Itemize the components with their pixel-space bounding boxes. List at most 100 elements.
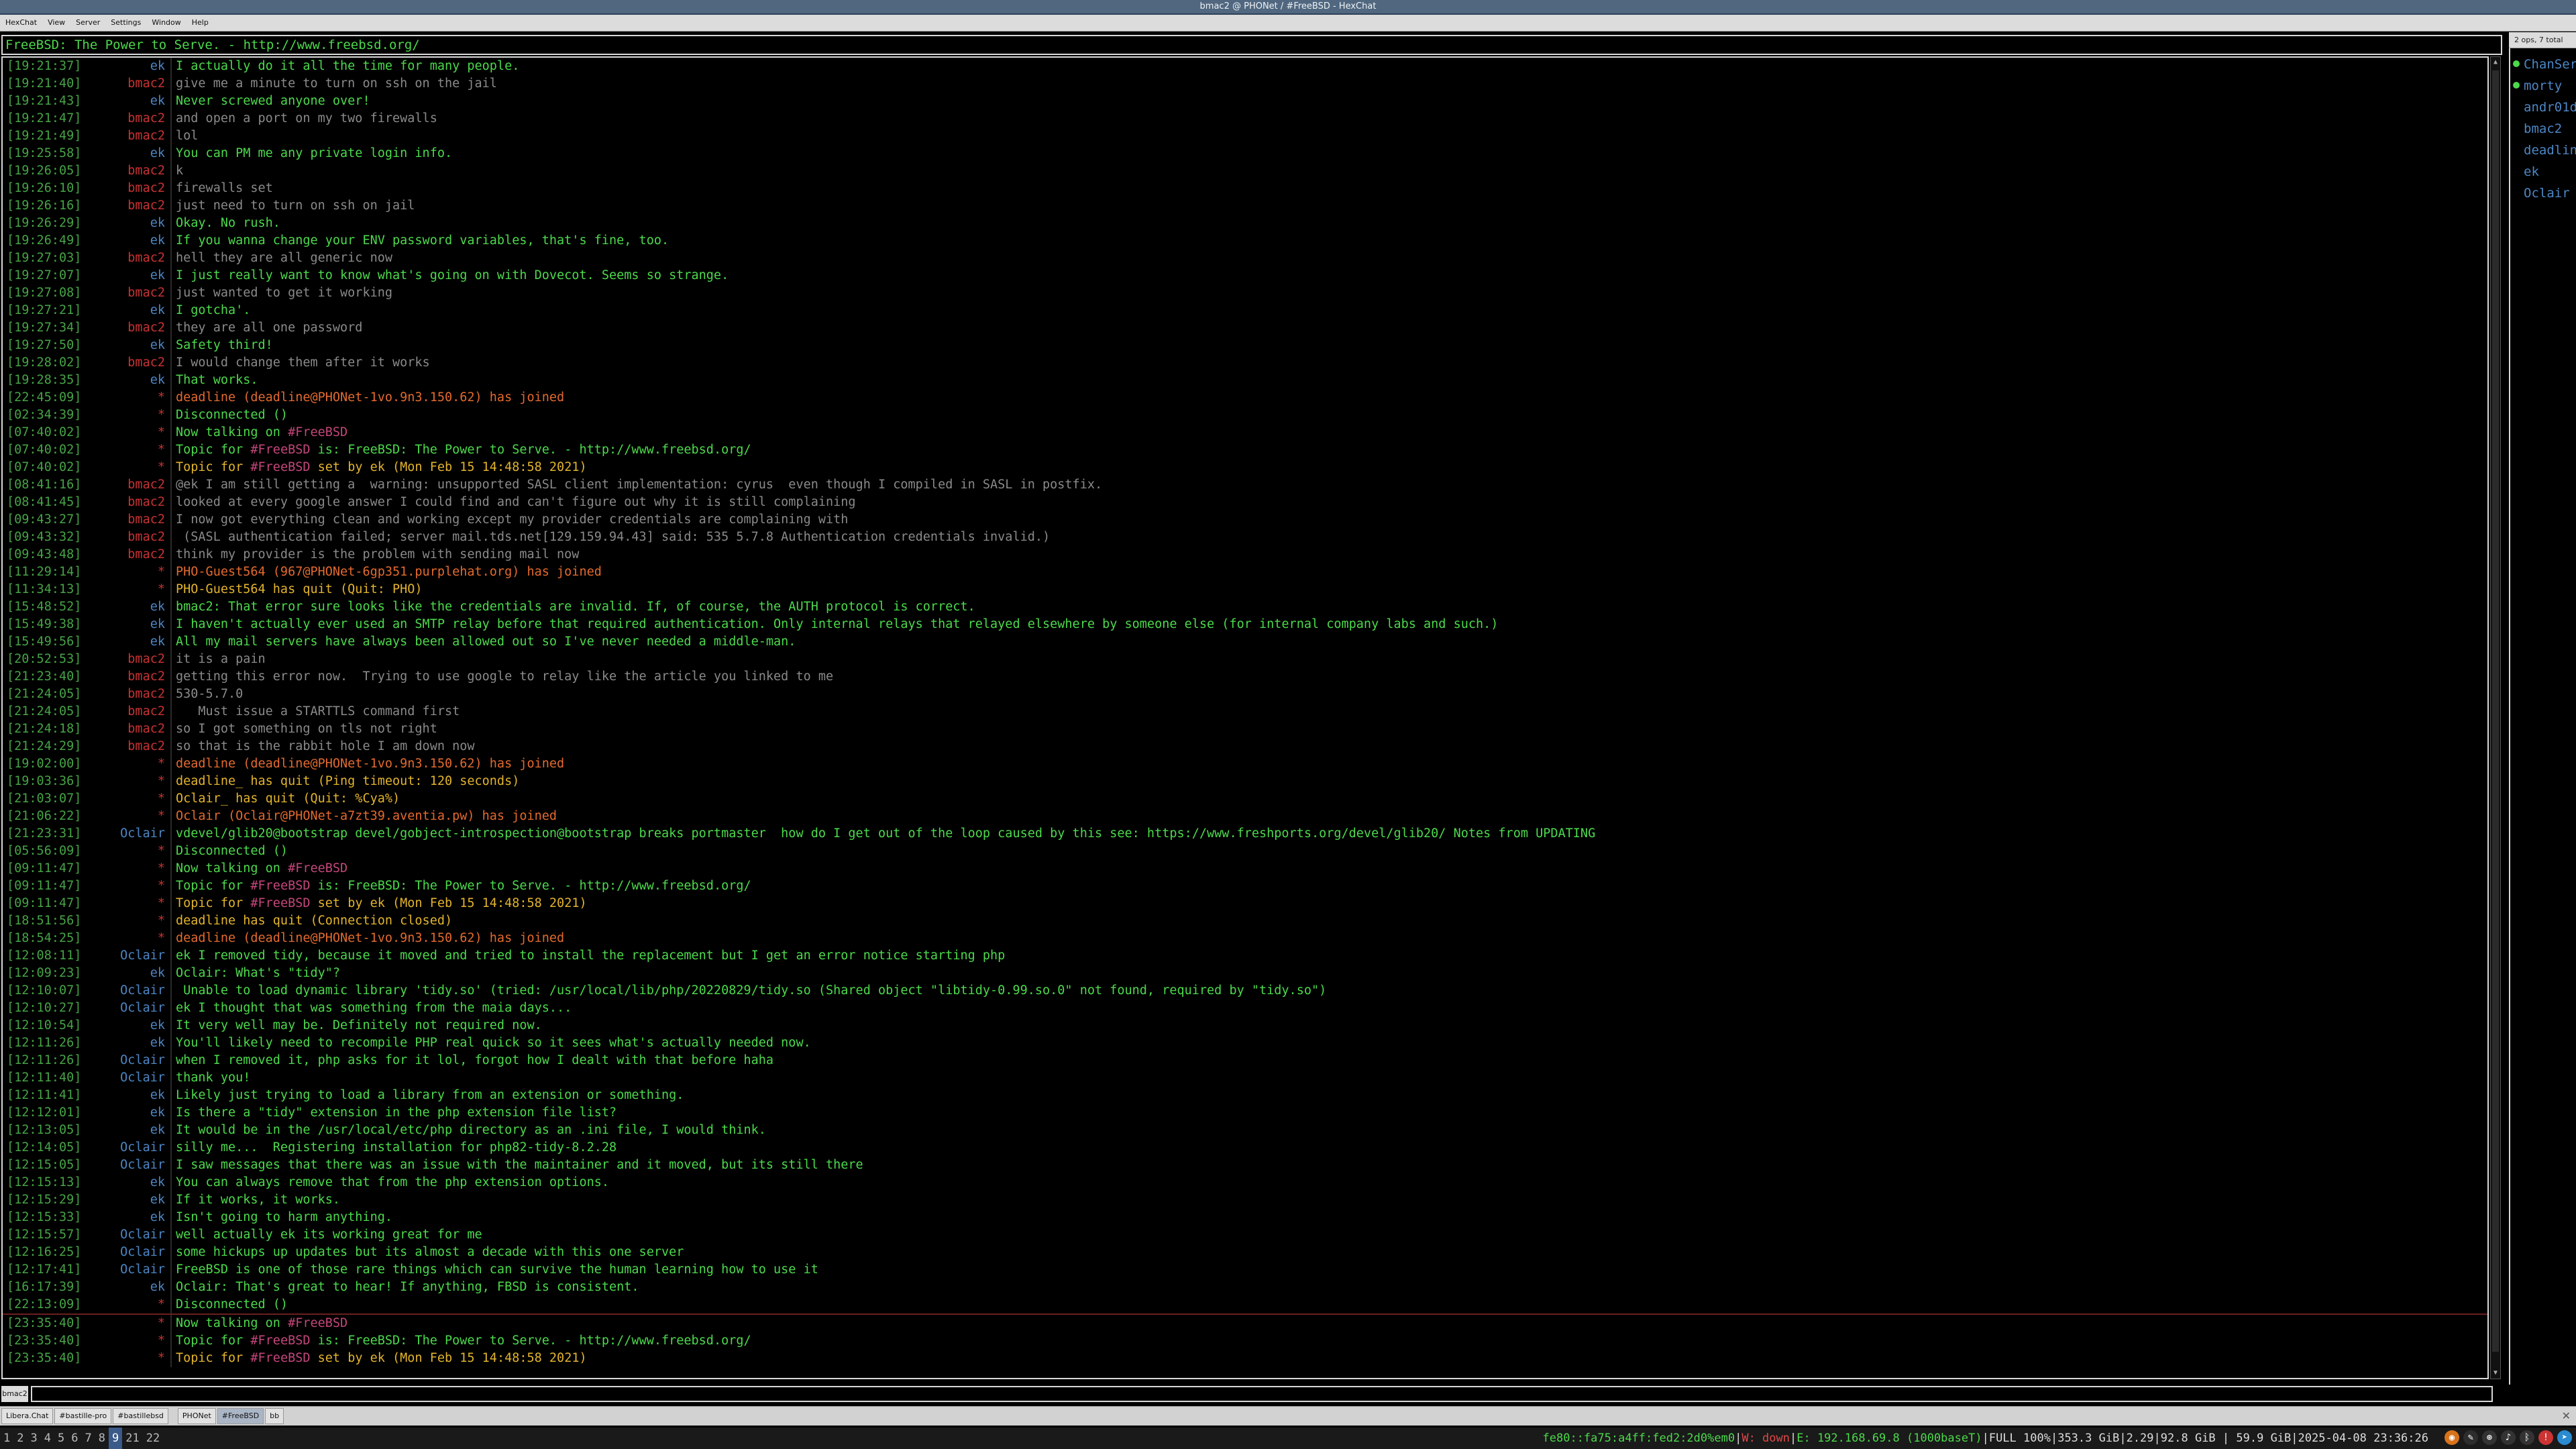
workspace-button[interactable]: 21 xyxy=(122,1428,142,1449)
message-nick[interactable]: Oclair xyxy=(80,982,172,1000)
channel-tab[interactable]: Libera.Chat xyxy=(1,1408,54,1424)
message-nick[interactable]: Oclair xyxy=(80,947,172,965)
tray-bluetooth-icon[interactable]: ᛒ xyxy=(2520,1430,2534,1445)
channel-link[interactable]: #FreeBSD xyxy=(250,879,310,893)
message-nick[interactable]: bmac2 xyxy=(80,75,172,93)
message-nick[interactable]: Oclair xyxy=(80,1069,172,1087)
channel-tab[interactable]: #FreeBSD xyxy=(217,1408,264,1424)
user-item[interactable]: Oclair xyxy=(2510,182,2576,204)
scrollbar-thumb[interactable] xyxy=(2492,70,2499,1352)
message-nick[interactable]: ek xyxy=(80,302,172,319)
message-nick[interactable]: ek xyxy=(80,1104,172,1122)
close-tab-icon[interactable]: ✕ xyxy=(2562,1409,2571,1422)
channel-link[interactable]: #FreeBSD xyxy=(288,861,347,875)
message-nick[interactable]: ek xyxy=(80,616,172,633)
message-nick[interactable]: bmac2 xyxy=(80,546,172,564)
workspace-button[interactable]: 1 xyxy=(0,1428,13,1449)
message-nick[interactable]: ek xyxy=(80,58,172,75)
message-nick[interactable]: bmac2 xyxy=(80,686,172,703)
message-nick[interactable]: Oclair xyxy=(80,825,172,843)
message-nick[interactable]: ek xyxy=(80,1174,172,1191)
tray-network-icon[interactable]: ⊛ xyxy=(2482,1430,2497,1445)
workspace-button[interactable]: 8 xyxy=(95,1428,109,1449)
message-nick[interactable]: bmac2 xyxy=(80,668,172,686)
message-input[interactable] xyxy=(31,1386,2493,1402)
message-nick[interactable]: ek xyxy=(80,633,172,651)
message-nick[interactable]: bmac2 xyxy=(80,127,172,145)
message-nick[interactable]: bmac2 xyxy=(80,511,172,529)
tray-alert-icon[interactable]: ! xyxy=(2538,1430,2553,1445)
message-nick[interactable]: Oclair xyxy=(80,1000,172,1017)
message-nick[interactable]: bmac2 xyxy=(80,197,172,215)
scroll-down-arrow-icon[interactable]: ▼ xyxy=(2491,1368,2500,1379)
message-nick[interactable]: ek xyxy=(80,1191,172,1209)
message-nick[interactable]: bmac2 xyxy=(80,529,172,546)
user-item[interactable]: ChanServ xyxy=(2510,54,2576,75)
menu-hexchat[interactable]: HexChat xyxy=(0,15,42,31)
chat-log[interactable]: [19:21:37] ek I actually do it all the tim… xyxy=(1,56,2489,1379)
message-nick[interactable]: bmac2 xyxy=(80,284,172,302)
message-nick[interactable]: ek xyxy=(80,1279,172,1296)
message-nick[interactable]: bmac2 xyxy=(80,703,172,720)
message-nick[interactable]: bmac2 xyxy=(80,354,172,372)
message-nick[interactable]: ek xyxy=(80,232,172,250)
message-nick[interactable]: ek xyxy=(80,337,172,354)
chat-scrollbar[interactable]: ▲ ▼ xyxy=(2490,56,2501,1379)
message-nick[interactable]: bmac2 xyxy=(80,180,172,197)
topic-field[interactable]: FreeBSD: The Power to Serve. - http://ww… xyxy=(1,35,2502,55)
message-nick[interactable]: bmac2 xyxy=(80,162,172,180)
menu-window[interactable]: Window xyxy=(146,15,186,31)
message-nick[interactable]: bmac2 xyxy=(80,738,172,755)
message-nick[interactable]: bmac2 xyxy=(80,494,172,511)
message-nick[interactable]: bmac2 xyxy=(80,476,172,494)
nick-button[interactable]: bmac2 xyxy=(1,1386,28,1402)
tray-pen-icon[interactable]: ✎ xyxy=(2463,1430,2478,1445)
message-nick[interactable]: Oclair xyxy=(80,1226,172,1244)
workspace-button[interactable]: 9 xyxy=(109,1428,123,1449)
channel-link[interactable]: #FreeBSD xyxy=(288,1316,347,1330)
message-nick[interactable]: ek xyxy=(80,267,172,284)
user-item[interactable]: andr01d xyxy=(2510,97,2576,118)
message-nick[interactable]: ek xyxy=(80,93,172,110)
menu-server[interactable]: Server xyxy=(70,15,105,31)
user-item[interactable]: ek xyxy=(2510,161,2576,182)
channel-link[interactable]: #FreeBSD xyxy=(250,1334,310,1348)
message-nick[interactable]: ek xyxy=(80,215,172,232)
message-nick[interactable]: ek xyxy=(80,1209,172,1226)
user-item[interactable]: morty xyxy=(2510,75,2576,97)
user-list[interactable]: ChanServ morty andr01d bmac2 deadline ek Oclai… xyxy=(2509,48,2576,1401)
message-nick[interactable]: bmac2 xyxy=(80,720,172,738)
channel-link[interactable]: #FreeBSD xyxy=(250,443,310,457)
message-nick[interactable]: Oclair xyxy=(80,1139,172,1157)
workspace-button[interactable]: 22 xyxy=(143,1428,163,1449)
message-nick[interactable]: Oclair xyxy=(80,1244,172,1261)
channel-link[interactable]: #FreeBSD xyxy=(250,896,310,910)
message-nick[interactable]: Oclair xyxy=(80,1261,172,1279)
workspace-button[interactable]: 7 xyxy=(82,1428,95,1449)
message-nick[interactable]: ek xyxy=(80,965,172,982)
message-nick[interactable]: bmac2 xyxy=(80,250,172,267)
tray-telegram-icon[interactable]: ➤ xyxy=(2557,1430,2572,1445)
message-nick[interactable]: ek xyxy=(80,145,172,162)
workspace-button[interactable]: 6 xyxy=(68,1428,81,1449)
message-nick[interactable]: ek xyxy=(80,1017,172,1034)
message-nick[interactable]: ek xyxy=(80,1087,172,1104)
scroll-up-arrow-icon[interactable]: ▲ xyxy=(2491,57,2500,68)
channel-tab[interactable]: #bastille-pro xyxy=(54,1408,112,1424)
channel-tab[interactable]: bb xyxy=(265,1408,284,1424)
channel-link[interactable]: #FreeBSD xyxy=(250,1351,310,1365)
workspace-button[interactable]: 2 xyxy=(13,1428,27,1449)
menu-help[interactable]: Help xyxy=(186,15,214,31)
tray-app-icon[interactable]: ◉ xyxy=(2445,1430,2459,1445)
message-nick[interactable]: ek xyxy=(80,1122,172,1139)
message-nick[interactable]: ek xyxy=(80,1034,172,1052)
menu-view[interactable]: View xyxy=(42,15,70,31)
channel-link[interactable]: #FreeBSD xyxy=(288,425,347,439)
tray-volume-icon[interactable]: ♪ xyxy=(2501,1430,2516,1445)
channel-link[interactable]: #FreeBSD xyxy=(250,460,310,474)
message-nick[interactable]: Oclair xyxy=(80,1157,172,1174)
user-item[interactable]: deadline xyxy=(2510,140,2576,161)
user-item[interactable]: bmac2 xyxy=(2510,118,2576,140)
message-nick[interactable]: ek xyxy=(80,598,172,616)
channel-tab[interactable]: #bastillebsd xyxy=(113,1408,168,1424)
